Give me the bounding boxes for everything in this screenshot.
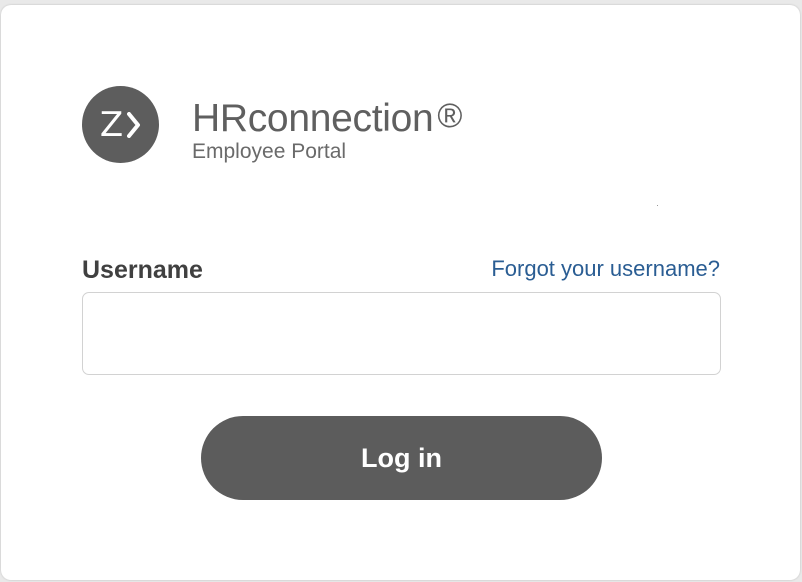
app-title-text: HRconnection [192, 97, 434, 140]
zeta-chevron-logo-icon: Z [100, 105, 141, 145]
login-button[interactable]: Log in [201, 416, 602, 500]
username-input[interactable] [82, 292, 721, 375]
decorative-dot [657, 205, 658, 206]
brand-block: HRconnection ® Employee Portal [192, 93, 462, 164]
forgot-username-link[interactable]: Forgot your username? [491, 256, 720, 282]
login-card: Z HRconnection ® Employee Portal Username… [1, 5, 800, 580]
username-label: Username [82, 256, 203, 284]
company-logo: Z [82, 86, 159, 163]
registered-mark: ® [437, 97, 463, 135]
app-subtitle: Employee Portal [192, 140, 347, 163]
app-title: HRconnection ® [192, 93, 462, 142]
logo-chevron-icon [127, 111, 141, 138]
logo-letter: Z [99, 104, 125, 145]
